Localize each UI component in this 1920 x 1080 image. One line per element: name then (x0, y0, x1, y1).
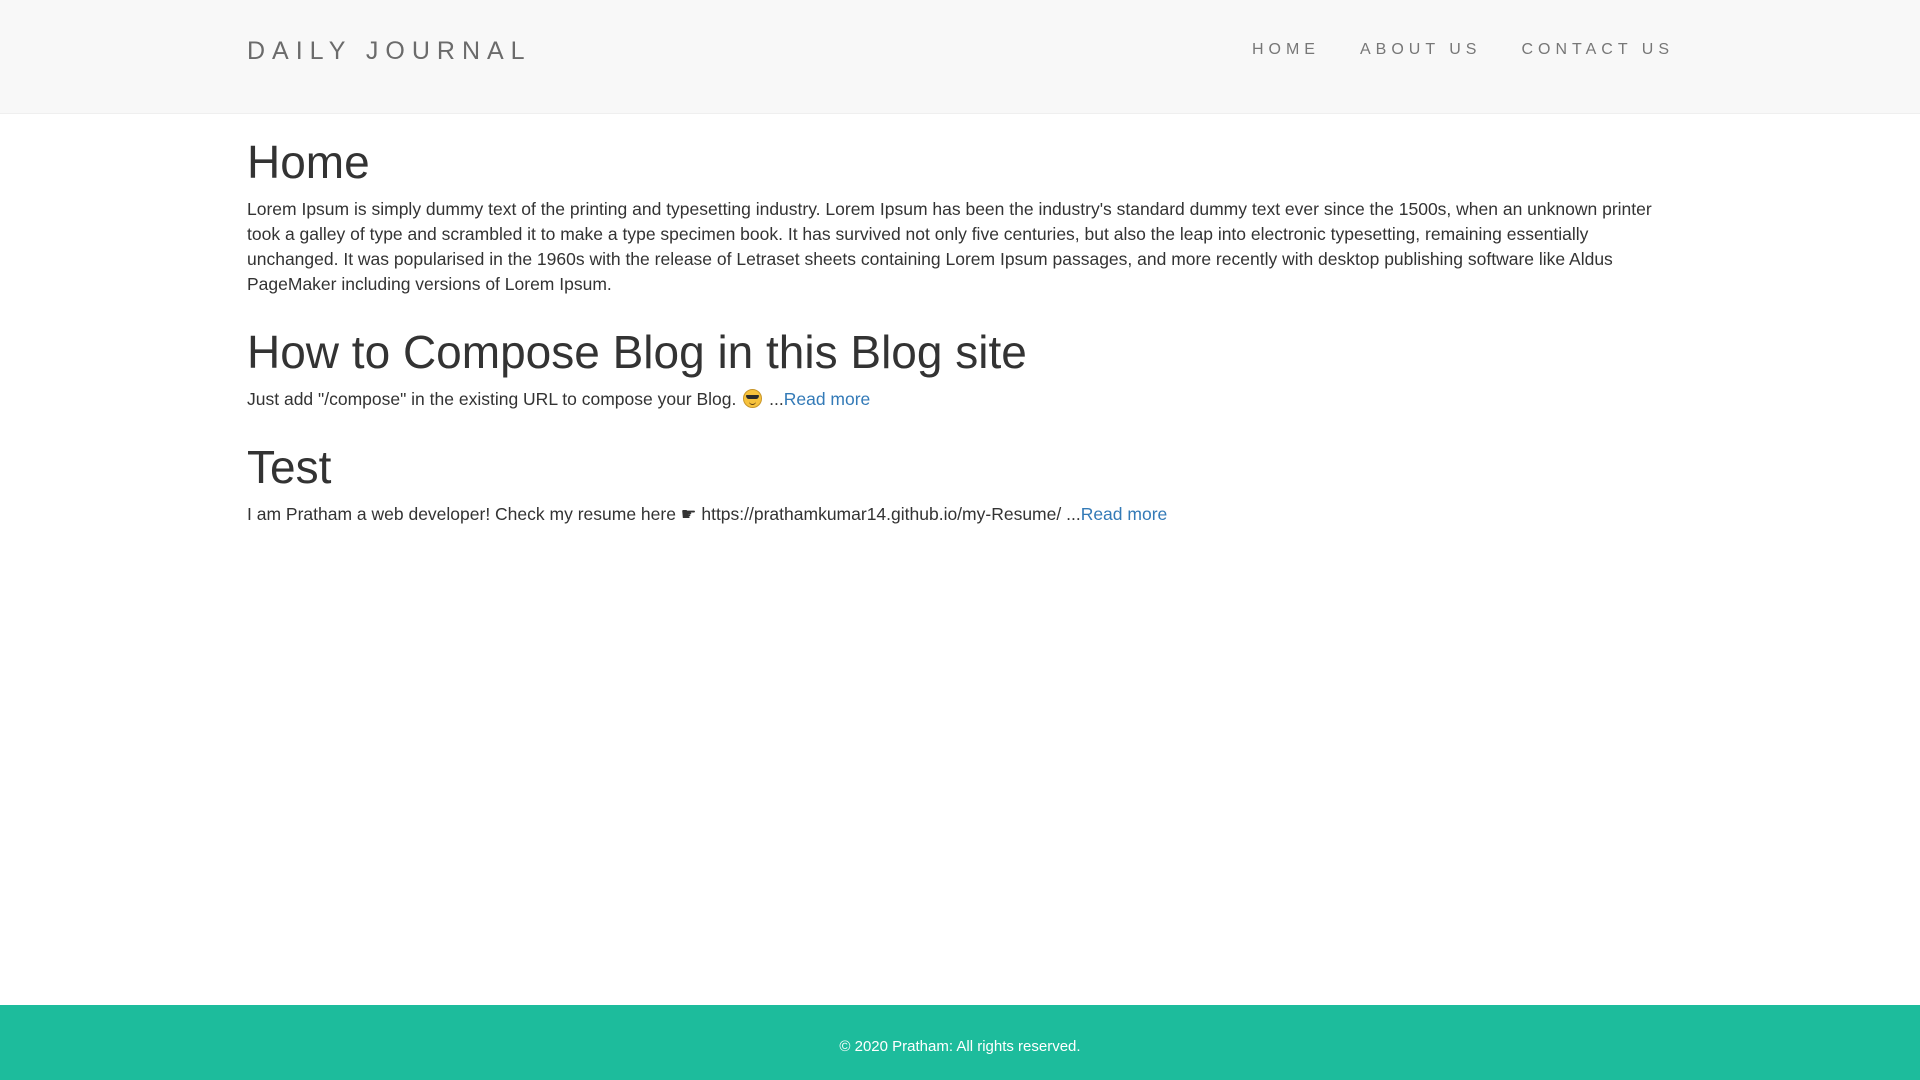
post-ellipsis: ... (764, 389, 784, 409)
nav-link-home[interactable]: HOME (1252, 40, 1320, 60)
main-content: Home Lorem Ipsum is simply dummy text of… (247, 113, 1673, 527)
navbar: DAILY JOURNAL HOME ABOUT US CONTACT US (0, 0, 1920, 114)
smiling-face-with-sunglasses-icon (743, 389, 763, 408)
post-item: How to Compose Blog in this Blog site Ju… (247, 325, 1673, 412)
read-more-link[interactable]: Read more (784, 389, 871, 409)
read-more-link[interactable]: Read more (1081, 504, 1168, 524)
copyright-text: © 2020 Pratham: All rights reserved. (839, 1038, 1081, 1055)
brand-logo-link[interactable]: DAILY JOURNAL (247, 36, 532, 66)
post-title: How to Compose Blog in this Blog site (247, 326, 1027, 378)
nav-item-home: HOME (1212, 40, 1320, 60)
post-item: Test I am Pratham a web developer! Check… (247, 440, 1673, 527)
post-excerpt-text: Just add "/compose" in the existing URL … (247, 389, 737, 409)
footer: © 2020 Pratham: All rights reserved. (0, 1005, 1920, 1080)
home-intro-text: Lorem Ipsum is simply dummy text of the … (247, 199, 1652, 294)
page-title: Home (247, 136, 370, 188)
nav-menu: HOME ABOUT US CONTACT US (1212, 40, 1674, 60)
nav-link-contact-us[interactable]: CONTACT US (1521, 40, 1674, 60)
home-section: Home Lorem Ipsum is simply dummy text of… (247, 135, 1673, 297)
post-excerpt: I am Pratham a web developer! Check my r… (247, 502, 1673, 527)
post-excerpt: Just add "/compose" in the existing URL … (247, 387, 1673, 412)
post-ellipsis: ... (1061, 504, 1081, 524)
post-title: Test (247, 441, 332, 493)
post-excerpt-text: I am Pratham a web developer! Check my r… (247, 504, 1062, 524)
nav-link-about-us[interactable]: ABOUT US (1360, 40, 1482, 60)
nav-item-about: ABOUT US (1320, 40, 1482, 60)
nav-item-contact: CONTACT US (1481, 40, 1674, 60)
